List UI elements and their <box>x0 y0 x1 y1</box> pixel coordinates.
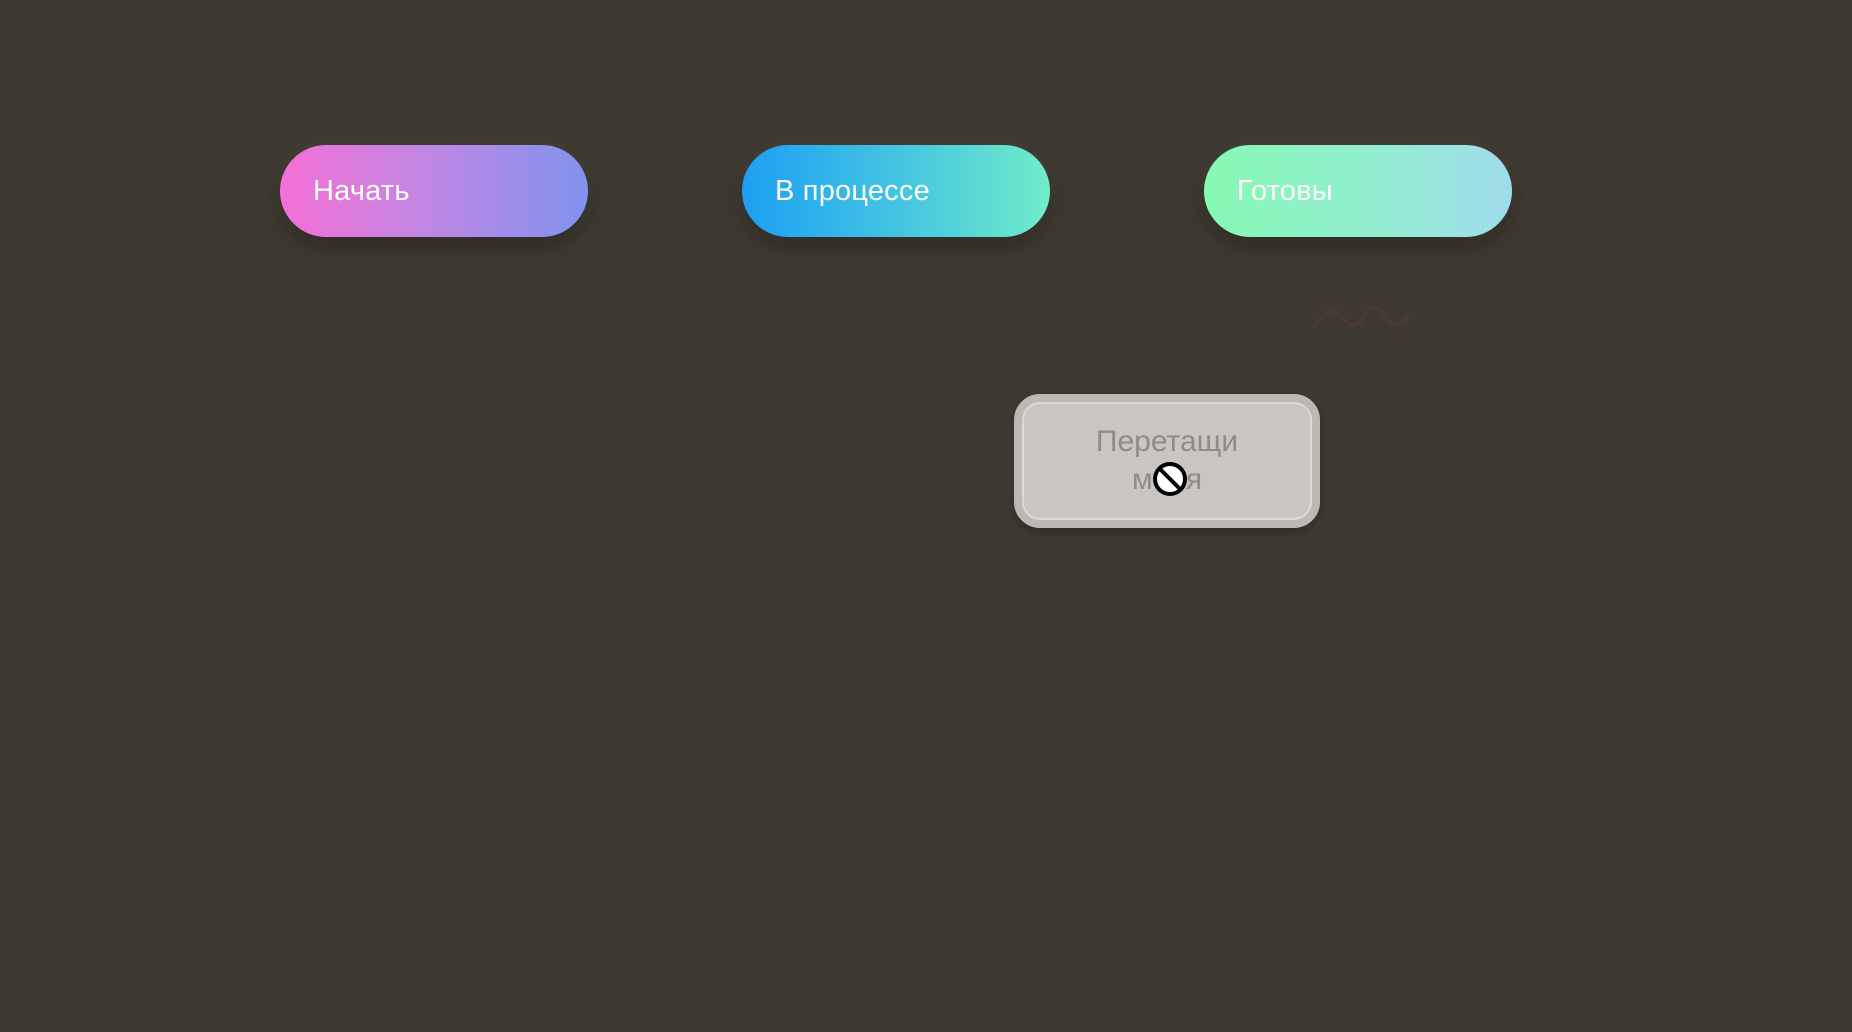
column-header-done[interactable]: Готовы <box>1204 145 1512 237</box>
draggable-card-label: Перетащи меня <box>1095 425 1239 496</box>
faint-drop-mark <box>1313 305 1411 328</box>
column-header-done-label: Готовы <box>1237 174 1333 207</box>
column-header-start-label: Начать <box>313 174 410 207</box>
draggable-card[interactable]: Перетащи меня <box>1014 394 1320 528</box>
column-header-start[interactable]: Начать <box>280 145 588 237</box>
column-header-in-progress[interactable]: В процессе <box>742 145 1050 237</box>
column-header-in-progress-label: В процессе <box>775 174 930 207</box>
